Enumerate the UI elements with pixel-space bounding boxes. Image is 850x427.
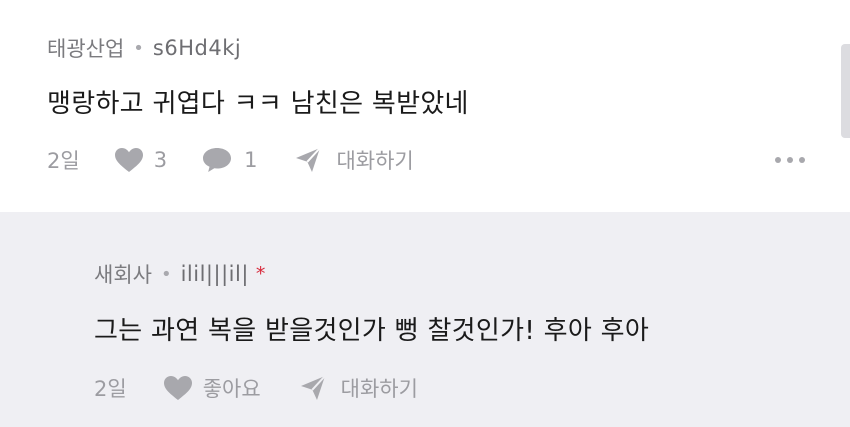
user-id: s6Hd4kj: [152, 36, 242, 60]
heart-icon: [114, 147, 144, 173]
speech-bubble-icon: [201, 146, 233, 174]
comment-time: 2일: [47, 149, 80, 173]
reply-count: 1: [244, 148, 258, 172]
author-name[interactable]: 태광산업: [47, 33, 124, 63]
reply-label: 대화하기: [336, 149, 414, 173]
comment-text: 맹랑하고 귀엽다 ㅋㅋ 남친은 복받았네: [47, 89, 469, 119]
paper-plane-icon: [294, 147, 322, 173]
comment-actions: 2일 좋아요 대화하기: [94, 373, 418, 403]
more-dots-icon: [775, 157, 781, 163]
user-id: ilil|||il|: [180, 262, 249, 286]
comment-actions: 2일 3 1 대화하기: [47, 145, 414, 175]
reply-button[interactable]: 대화하기: [294, 145, 414, 175]
like-label: 좋아요: [202, 377, 261, 401]
paper-plane-icon: [299, 375, 327, 401]
reply-label: 대화하기: [340, 377, 418, 401]
like-count: 3: [153, 148, 168, 172]
comment-meta: 태광산업 • s6Hd4kj: [47, 33, 241, 63]
reply-count-button[interactable]: 1: [201, 146, 257, 174]
comment-meta: 새회사 • ilil|||il| *: [94, 259, 265, 289]
scrollbar[interactable]: [841, 44, 850, 138]
separator-dot: •: [160, 263, 172, 285]
reply-comment-item: 새회사 • ilil|||il| * 그는 과연 복을 받을것인가 뻥 찰것인가…: [0, 212, 850, 427]
more-options-button[interactable]: [775, 157, 805, 163]
heart-icon: [163, 375, 193, 401]
author-name[interactable]: 새회사: [94, 259, 152, 289]
like-button[interactable]: 좋아요: [163, 373, 261, 403]
comment-time: 2일: [94, 377, 127, 401]
reply-button[interactable]: 대화하기: [299, 373, 418, 403]
comment-text: 그는 과연 복을 받을것인가 뻥 찰것인가! 후아 후아: [94, 316, 650, 346]
author-marker: *: [255, 263, 266, 285]
comment-item: 태광산업 • s6Hd4kj 맹랑하고 귀엽다 ㅋㅋ 남친은 복받았네 2일 3…: [0, 0, 850, 212]
separator-dot: •: [133, 37, 144, 59]
like-button[interactable]: 3: [114, 147, 167, 173]
